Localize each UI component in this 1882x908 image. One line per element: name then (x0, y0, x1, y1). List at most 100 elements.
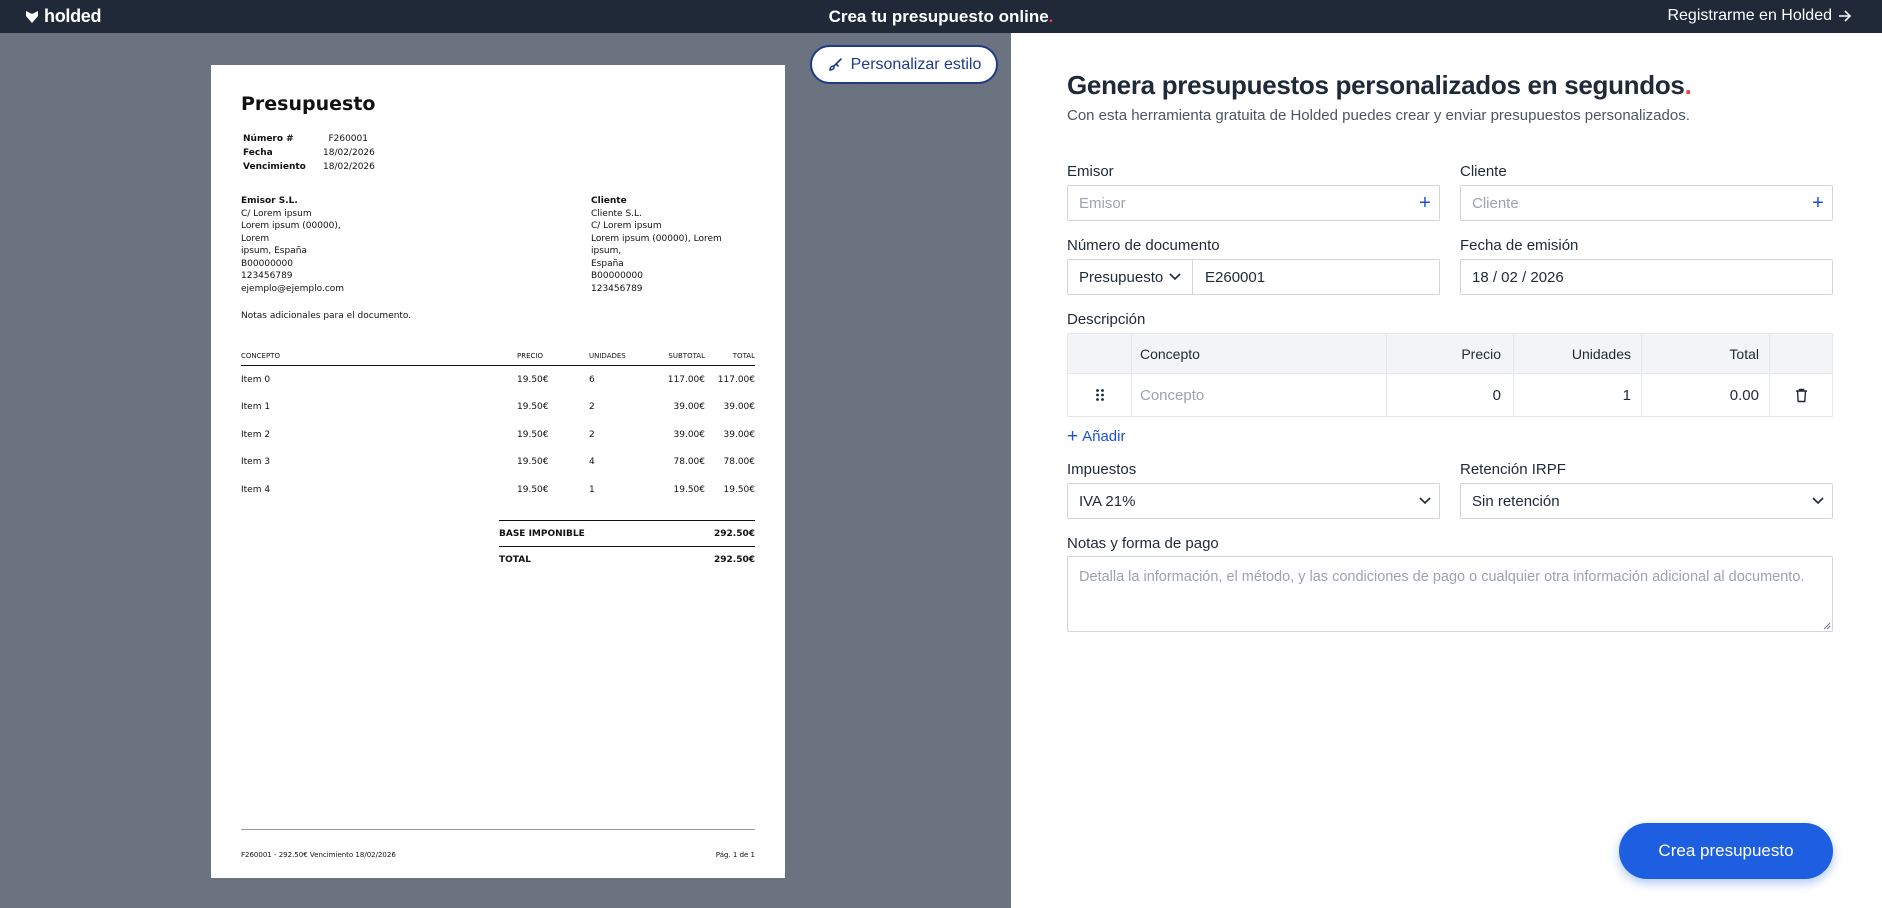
delete-row-button[interactable] (1770, 374, 1832, 416)
table-row: Concepto 0 1 0.00 (1068, 374, 1832, 416)
add-emisor-icon[interactable]: + (1411, 192, 1439, 215)
desc-col-concept: Concepto (1132, 334, 1387, 373)
units-input[interactable]: 1 (1514, 374, 1642, 416)
cell-price: 19.50€ (517, 429, 549, 440)
irpf-select[interactable]: Sin retención (1460, 483, 1833, 519)
document-title: Presupuesto (241, 93, 376, 115)
table-row: Item 4 19.50€ 1 19.50€ 19.50€ (241, 476, 755, 504)
chevron-down-icon (1419, 497, 1431, 505)
table-row: Item 3 19.50€ 4 78.00€ 78.00€ (241, 449, 755, 477)
heading-dot: . (1684, 70, 1692, 100)
title-dot: . (1048, 7, 1054, 26)
customize-style-button[interactable]: Personalizar estilo (810, 45, 998, 84)
col-units: UNIDADES (589, 352, 626, 360)
col-price: PRECIO (517, 352, 543, 360)
register-link[interactable]: Registrarme en Holded (1667, 7, 1852, 25)
emisor-placeholder: Emisor (1079, 194, 1126, 212)
date-label: Fecha de emisión (1460, 237, 1579, 254)
concept-placeholder: Concepto (1140, 386, 1205, 404)
form-heading-text: Genera presupuestos personalizados en se… (1067, 70, 1685, 100)
add-cliente-icon[interactable]: + (1804, 192, 1832, 215)
tax-label: Impuestos (1067, 461, 1137, 478)
plus-icon: + (1067, 426, 1079, 447)
emisor-line: C/ Lorem ipsum (241, 208, 312, 219)
base-label: BASE IMPONIBLE (499, 528, 585, 539)
form-subheading: Con esta herramienta gratuita de Holded … (1067, 107, 1690, 124)
cell-subtotal: 39.00€ (673, 402, 706, 413)
form-heading: Genera presupuestos personalizados en se… (1067, 70, 1692, 101)
cell-subtotal: 39.00€ (673, 429, 706, 440)
cell-price: 19.50€ (517, 402, 549, 413)
cell-units: 2 (589, 429, 595, 440)
emisor-block: Emisor S.L. C/ Lorem ipsum Lorem ipsum (… (241, 195, 371, 295)
emisor-name: Emisor S.L. (241, 196, 298, 206)
notes-label: Notas y forma de pago (1067, 535, 1219, 552)
totals-block: BASE IMPONIBLE 292.50€ TOTAL 292.50€ (499, 520, 755, 572)
create-quote-label: Crea presupuesto (1658, 841, 1794, 860)
emisor-line: 123456789 (241, 271, 293, 281)
cell-concept: Item 0 (241, 374, 271, 385)
trash-icon (1795, 388, 1807, 402)
cell-units: 4 (589, 457, 595, 468)
cell-total: 19.50€ (723, 484, 756, 495)
create-quote-button[interactable]: Crea presupuesto (1619, 823, 1833, 879)
resize-handle-icon[interactable] (1823, 622, 1831, 630)
document-meta: Número # F260001 Fecha 18/02/2026 Vencimie… (243, 132, 375, 174)
irpf-value: Sin retención (1472, 492, 1560, 510)
docnum-field: Presupuesto E260001 (1067, 259, 1440, 295)
delete-header (1770, 334, 1832, 373)
cell-price: 19.50€ (517, 457, 549, 468)
table-row: Item 1 19.50€ 2 39.00€ 39.00€ (241, 394, 755, 422)
row-total-value: 0.00 (1729, 386, 1759, 404)
tax-value: IVA 21% (1079, 492, 1136, 510)
top-bar: holded Crea tu presupuesto online. Regis… (0, 0, 1882, 33)
form-pane: Genera presupuestos personalizados en se… (1011, 33, 1882, 908)
desc-col-price: Precio (1387, 334, 1514, 373)
cliente-line: B00000000 (591, 271, 643, 281)
cliente-name: Cliente (591, 196, 627, 206)
table-row: Item 0 19.50€ 6 117.00€ 117.00€ (241, 366, 755, 394)
chevron-down-icon (1812, 497, 1824, 505)
price-input[interactable]: 0 (1387, 374, 1514, 416)
meta-row: Fecha 18/02/2026 (243, 146, 375, 160)
document-preview: Presupuesto Número # F260001 Fecha 18/02/2… (211, 65, 785, 878)
description-header: Concepto Precio Unidades Total (1068, 334, 1832, 374)
doc-number-input[interactable]: E260001 (1193, 269, 1439, 286)
date-input[interactable]: 18 / 02 / 2026 (1460, 259, 1833, 295)
cell-total: 39.00€ (723, 429, 756, 440)
cell-units: 6 (589, 374, 595, 385)
tax-select[interactable]: IVA 21% (1067, 483, 1440, 519)
concept-input[interactable]: Concepto (1132, 374, 1387, 416)
meta-value: F260001 (328, 134, 368, 144)
items-header: CONCEPTO PRECIO UNIDADES SUBTOTAL TOTAL (241, 352, 755, 366)
row-total: 0.00 (1642, 374, 1770, 416)
emisor-line: B00000000 (241, 258, 293, 269)
cliente-line: 123456789 (591, 283, 643, 294)
table-row: Item 2 19.50€ 2 39.00€ 39.00€ (241, 421, 755, 449)
notes-textarea[interactable]: Detalla la información, el método, y las… (1067, 556, 1833, 632)
description-table: Concepto Precio Unidades Total Concepto … (1067, 333, 1833, 417)
emisor-line: Lorem ipsum (00000), Lorem (241, 221, 341, 244)
meta-key: Fecha (243, 148, 273, 158)
doc-type-select[interactable]: Presupuesto (1068, 260, 1193, 294)
chevron-down-icon (1169, 273, 1181, 281)
add-line-label: Añadir (1082, 428, 1126, 445)
col-subtotal: SUBTOTAL (668, 352, 705, 360)
doc-type-value: Presupuesto (1079, 268, 1164, 286)
desc-label: Descripción (1067, 311, 1146, 328)
docnum-label: Número de documento (1067, 237, 1220, 254)
date-value: 18 / 02 / 2026 (1472, 268, 1564, 286)
cell-price: 19.50€ (517, 374, 549, 385)
meta-row: Número # F260001 (243, 132, 368, 146)
drag-handle[interactable] (1068, 374, 1132, 416)
page-title: Crea tu presupuesto online. (0, 7, 1882, 27)
cliente-block: Cliente Cliente S.L. C/ Lorem ipsum Lore… (591, 195, 751, 295)
add-line-button[interactable]: + Añadir (1067, 426, 1126, 447)
cliente-field[interactable]: Cliente + (1460, 185, 1833, 221)
drag-handle-icon (1095, 389, 1104, 401)
cell-total: 78.00€ (723, 457, 756, 468)
emisor-field[interactable]: Emisor + (1067, 185, 1440, 221)
cell-subtotal: 19.50€ (673, 484, 706, 495)
total-value: 292.50€ (714, 554, 755, 565)
base-row: BASE IMPONIBLE 292.50€ (499, 520, 755, 546)
